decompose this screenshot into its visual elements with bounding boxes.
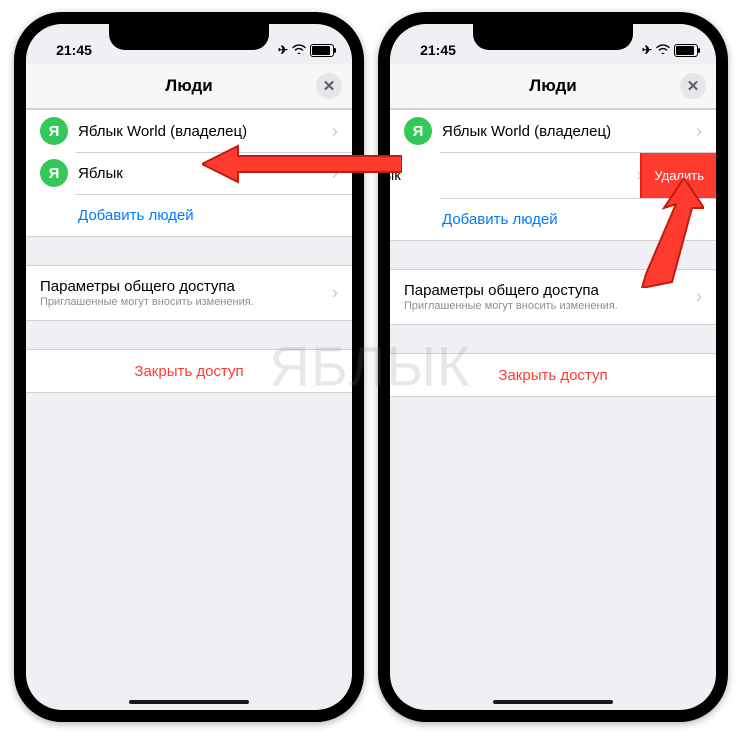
add-people-row[interactable]: Добавить людей: [26, 194, 352, 236]
airplane-icon: ✈: [642, 43, 652, 57]
page-header: Люди ✕: [26, 64, 352, 109]
phone-right: 21:45 ✈ Люди ✕ Я Яблык World (: [378, 12, 728, 722]
spacer: [26, 237, 352, 265]
avatar: Я: [40, 159, 68, 187]
params-subtitle: Приглашенные могут вносить изменения.: [404, 300, 618, 312]
screen-left: 21:45 ✈ Люди ✕ Я Яблык World (: [26, 24, 352, 710]
person-owner-row[interactable]: Я Яблык World (владелец) ›: [390, 110, 716, 152]
avatar: Я: [40, 117, 68, 145]
screen-right: 21:45 ✈ Люди ✕ Я Яблык World (: [390, 24, 716, 710]
chevron-icon: ›: [696, 287, 702, 308]
wifi-icon: [292, 43, 306, 57]
arrow-up-icon: [614, 178, 704, 288]
add-people-label: Добавить людей: [442, 211, 558, 228]
close-access-label: Закрыть доступ: [134, 363, 243, 380]
person-name: Яблык World (владелец): [78, 123, 332, 140]
phone-left: 21:45 ✈ Люди ✕ Я Яблык World (: [14, 12, 364, 722]
page-title: Люди: [165, 76, 212, 96]
page-header: Люди ✕: [390, 64, 716, 109]
spacer: [390, 325, 716, 353]
battery-icon: [310, 44, 334, 57]
wifi-icon: [656, 43, 670, 57]
chevron-icon: ›: [332, 283, 338, 304]
close-access-group: Закрыть доступ: [26, 349, 352, 393]
status-time: 21:45: [408, 42, 468, 58]
chevron-icon: ›: [696, 121, 702, 142]
home-indicator[interactable]: [129, 700, 249, 704]
close-icon: ✕: [687, 77, 700, 95]
avatar: Я: [404, 117, 432, 145]
params-title: Параметры общего доступа: [404, 282, 599, 299]
status-icons: ✈: [264, 43, 334, 57]
chevron-icon: ›: [332, 121, 338, 142]
params-subtitle: Приглашенные могут вносить изменения.: [40, 296, 254, 308]
person-name: Яблык: [390, 167, 636, 184]
close-icon: ✕: [323, 77, 336, 95]
home-indicator[interactable]: [493, 700, 613, 704]
content-right: Люди ✕ Я Яблык World (владелец) › Я Яблы…: [390, 64, 716, 710]
close-access-button[interactable]: Закрыть доступ: [26, 350, 352, 392]
params-title: Параметры общего доступа: [40, 278, 235, 295]
close-button[interactable]: ✕: [680, 73, 706, 99]
status-time: 21:45: [44, 42, 104, 58]
close-access-button[interactable]: Закрыть доступ: [390, 354, 716, 396]
close-access-group: Закрыть доступ: [390, 353, 716, 397]
page-title: Люди: [529, 76, 576, 96]
person-name: Яблык World (владелец): [442, 123, 696, 140]
status-icons: ✈: [628, 43, 698, 57]
notch: [109, 24, 269, 50]
airplane-icon: ✈: [278, 43, 288, 57]
params-group: Параметры общего доступа Приглашенные мо…: [26, 265, 352, 321]
add-people-label: Добавить людей: [78, 207, 194, 224]
close-access-label: Закрыть доступ: [498, 367, 607, 384]
sharing-params-row[interactable]: Параметры общего доступа Приглашенные мо…: [26, 266, 352, 320]
notch: [473, 24, 633, 50]
battery-icon: [674, 44, 698, 57]
spacer: [26, 321, 352, 349]
arrow-left-icon: [202, 142, 402, 186]
close-button[interactable]: ✕: [316, 73, 342, 99]
